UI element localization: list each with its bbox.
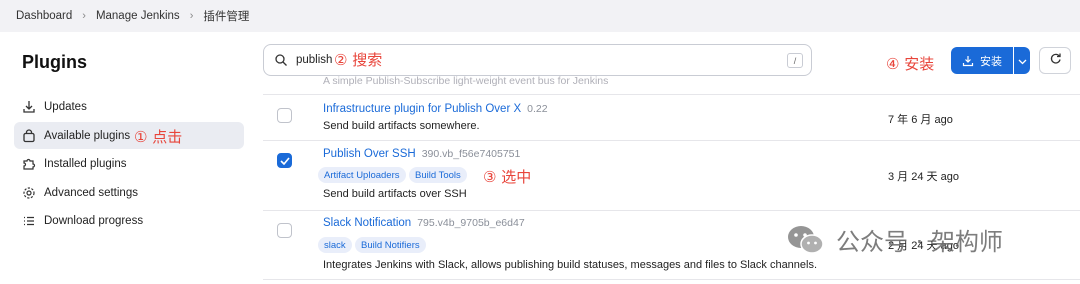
plugin-tag[interactable]: Build Tools (409, 167, 467, 183)
chevron-down-icon (1018, 52, 1027, 70)
sidebar-item-label: Available plugins (44, 129, 131, 142)
plugin-name[interactable]: Infrastructure plugin for Publish Over X (323, 103, 521, 115)
sidebar-item-download-progress[interactable]: Download progress (14, 207, 244, 234)
plugin-description: Send build artifacts over SSH (323, 188, 467, 200)
wechat-logo-icon (786, 224, 826, 256)
install-icon (962, 55, 974, 67)
plugin-name-link[interactable]: Publish Over SSH 390.vb_f56e7405751 (323, 148, 520, 160)
install-dropdown-button[interactable] (1014, 47, 1030, 74)
page-title: Plugins (22, 52, 88, 72)
scrolled-description: A simple Publish-Subscribe light-weight … (323, 75, 609, 87)
install-button[interactable]: 安装 (951, 47, 1013, 74)
plugin-checkbox[interactable] (277, 223, 292, 238)
plugin-description: Integrates Jenkins with Slack, allows pu… (323, 259, 818, 271)
sidebar-item-label: Download progress (44, 214, 144, 227)
keyboard-shortcut-hint: / (787, 53, 803, 68)
breadcrumb-manage-jenkins[interactable]: Manage Jenkins (96, 10, 180, 22)
puzzle-icon (22, 157, 36, 171)
sidebar-item-updates[interactable]: Updates (14, 93, 244, 120)
sidebar-item-label: Installed plugins (44, 157, 127, 170)
plugin-checkbox[interactable] (277, 108, 292, 123)
row-divider (263, 279, 1080, 280)
install-label: 安装 (980, 55, 1002, 68)
chevron-right-icon: › (189, 10, 194, 22)
sidebar-item-advanced-settings[interactable]: Advanced settings (14, 179, 244, 206)
watermark: 公众号 · 架构师 (786, 222, 1003, 257)
shopping-bag-icon (22, 128, 36, 143)
sidebar-item-label: Advanced settings (44, 186, 138, 199)
row-divider (263, 140, 1080, 141)
plugin-name-link[interactable]: Infrastructure plugin for Publish Over X… (323, 103, 548, 115)
gear-icon (22, 186, 36, 200)
plugin-version: 795.v4b_9705b_e6d47 (417, 217, 525, 229)
breadcrumb: Dashboard › Manage Jenkins › 插件管理 (0, 0, 1080, 32)
plugin-version: 390.vb_f56e7405751 (421, 148, 521, 160)
plugin-tag[interactable]: slack (318, 237, 352, 253)
plugin-description: Send build artifacts somewhere. (323, 120, 480, 132)
plugin-version: 0.22 (527, 103, 548, 115)
search-value: publish (296, 54, 333, 66)
download-icon (22, 100, 36, 114)
sidebar-item-installed-plugins[interactable]: Installed plugins (14, 150, 244, 177)
watermark-text: 公众号 · 架构师 (836, 228, 1003, 256)
check-icon (279, 152, 290, 170)
refresh-button[interactable] (1039, 47, 1071, 74)
annotation-select: ③ 选中 (483, 168, 532, 186)
plugin-name-link[interactable]: Slack Notification 795.v4b_9705b_e6d47 (323, 217, 525, 229)
refresh-icon (1049, 52, 1062, 70)
annotation-click: ① 点击 (134, 128, 183, 146)
list-icon (22, 214, 36, 228)
breadcrumb-plugin-management[interactable]: 插件管理 (203, 8, 249, 24)
plugin-name[interactable]: Slack Notification (323, 217, 411, 229)
plugin-checkbox-checked[interactable] (277, 153, 292, 168)
row-divider (263, 94, 1080, 95)
row-divider (263, 210, 1080, 211)
plugin-tag[interactable]: Artifact Uploaders (318, 167, 406, 183)
plugin-released: 7 年 6 月 ago (888, 114, 953, 126)
annotation-install: ④ 安装 (886, 55, 935, 73)
plugin-name[interactable]: Publish Over SSH (323, 148, 416, 160)
breadcrumb-dashboard[interactable]: Dashboard (16, 10, 72, 22)
sidebar-item-available-plugins[interactable]: Available plugins (14, 122, 244, 149)
search-icon (274, 53, 288, 67)
annotation-search: ② 搜索 (334, 51, 383, 69)
chevron-right-icon: › (82, 10, 86, 22)
sidebar-item-label: Updates (44, 100, 87, 113)
plugin-tag[interactable]: Build Notifiers (355, 237, 426, 253)
plugin-released: 3 月 24 天 ago (888, 171, 959, 183)
